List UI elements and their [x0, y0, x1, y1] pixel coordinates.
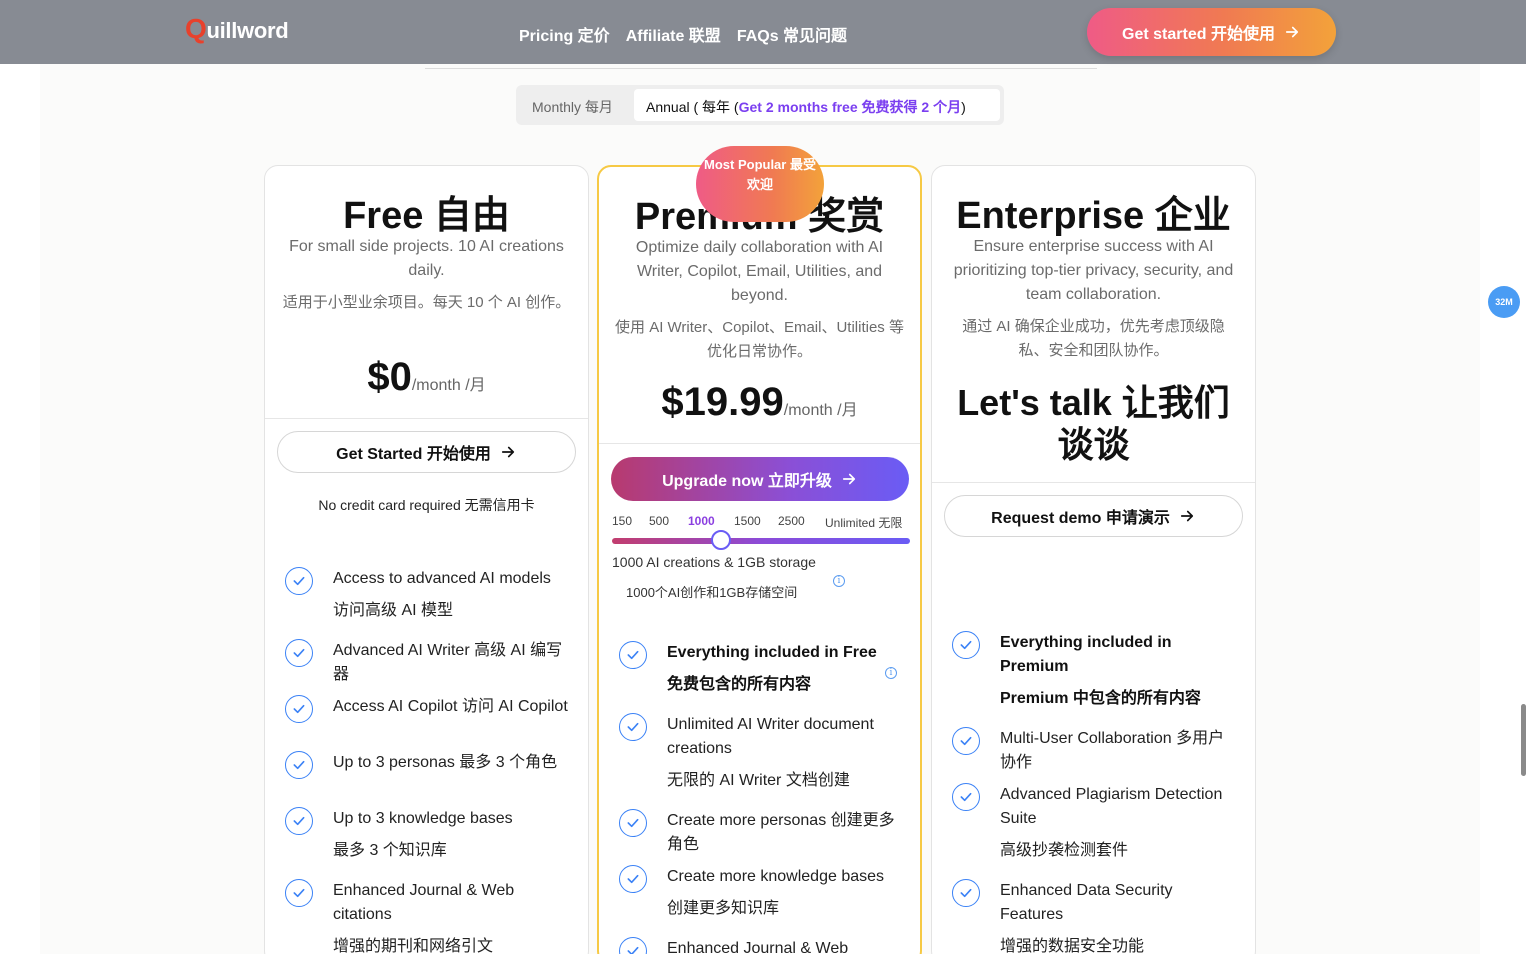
- get-started-label: Get started 开始使用: [1122, 26, 1275, 43]
- check-circle-icon: [952, 727, 980, 755]
- divider: [425, 68, 1097, 69]
- main-nav: Pricing 定价 Affiliate 联盟 FAQs 常见问题: [519, 22, 847, 46]
- slider-tick[interactable]: Unlimited 无限: [825, 514, 902, 531]
- feature-text: Access to advanced AI models 访问高级 AI 模型: [333, 570, 551, 619]
- slider-caption: 1000 AI creations & 1GB storage: [612, 554, 816, 570]
- feature-text: Advanced AI Writer 高级 AI 编写器: [333, 642, 563, 683]
- feature-text: Access AI Copilot 访问 AI Copilot: [333, 698, 568, 715]
- arrow-right-icon: [842, 473, 855, 485]
- price-period: /month /月: [783, 402, 858, 419]
- plan-price: $19.99: [661, 380, 784, 424]
- toggle-annual[interactable]: Annual ( 每年 (Get 2 months free 免费获得 2 个月…: [634, 89, 1000, 121]
- button-label: Get Started 开始使用: [336, 446, 491, 463]
- lets-talk-heading: Let's talk 让我们谈谈: [957, 382, 1230, 465]
- feature-text: Create more knowledge bases 创建更多知识库: [667, 868, 885, 917]
- annual-promo: Get 2 months free 免费获得 2 个月: [738, 99, 962, 115]
- slider-tick[interactable]: 500: [649, 514, 669, 528]
- nav-affiliate[interactable]: Affiliate 联盟: [626, 22, 721, 46]
- billing-toggle: Monthly 每月 Annual ( 每年 (Get 2 months fre…: [516, 85, 1004, 125]
- no-credit-card-note: No credit card required 无需信用卡: [318, 497, 535, 513]
- check-circle-icon: [952, 783, 980, 811]
- most-popular-badge: Most Popular 最受欢迎: [696, 146, 824, 222]
- request-demo-button[interactable]: Request demo 申请演示: [944, 495, 1243, 537]
- usage-slider-track[interactable]: [612, 538, 910, 544]
- price-row: $0/month /月: [265, 355, 588, 400]
- feature-text: Up to 3 personas 最多 3 个角色: [333, 754, 558, 771]
- divider: [265, 418, 588, 419]
- check-circle-icon: [952, 879, 980, 907]
- plan-price: $0: [367, 355, 412, 399]
- slider-tick[interactable]: 150: [612, 514, 632, 528]
- slider-tick[interactable]: 1500: [734, 514, 761, 528]
- plan-description: For small side projects. 10 AI creations…: [289, 238, 564, 279]
- check-circle-icon: [285, 807, 313, 835]
- arrow-right-icon: [1180, 510, 1193, 522]
- feature-text: Everything included in Premium Premium 中包…: [1000, 634, 1201, 707]
- arrow-right-icon: [501, 446, 514, 458]
- plan-description: Ensure enterprise success with AI priori…: [953, 238, 1234, 303]
- nav-pricing[interactable]: Pricing 定价: [519, 22, 610, 46]
- feature-text: Advanced Plagiarism Detection Suite 高级抄袭检…: [1000, 786, 1223, 859]
- check-circle-icon: [619, 937, 647, 954]
- info-icon[interactable]: i: [885, 667, 897, 679]
- annual-label: Annual ( 每年 (: [646, 99, 739, 115]
- feature-text: Unlimited AI Writer document creations 无限…: [667, 716, 874, 789]
- annual-suffix: ): [961, 99, 966, 115]
- plan-description-cn: 通过 AI 确保企业成功，优先考虑顶级隐私、安全和团队协作。: [962, 318, 1225, 359]
- plan-description-cn: 使用 AI Writer、Copilot、Email、Utilities 等优化…: [615, 319, 904, 360]
- slider-tick[interactable]: 2500: [778, 514, 805, 528]
- feature-text: Multi-User Collaboration 多用户协作: [1000, 730, 1225, 771]
- plan-card-premium: Premium 奖赏 Optimize daily collaboration …: [597, 165, 922, 954]
- button-label: Request demo 申请演示: [991, 510, 1170, 527]
- check-circle-icon: [285, 879, 313, 907]
- divider: [599, 443, 920, 444]
- check-circle-icon: [285, 639, 313, 667]
- nav-faqs[interactable]: FAQs 常见问题: [737, 22, 847, 46]
- feature-text: Everything included in Free 免费包含的所有内容: [667, 644, 877, 693]
- logo-text: uillword: [206, 18, 289, 43]
- get-started-free-button[interactable]: Get Started 开始使用: [277, 431, 576, 473]
- logo-q: Q: [185, 13, 207, 44]
- check-circle-icon: [619, 641, 647, 669]
- slider-tick-selected[interactable]: 1000: [688, 514, 715, 528]
- info-icon[interactable]: i: [833, 575, 845, 587]
- scrollbar-thumb[interactable]: [1521, 704, 1526, 776]
- plan-card-enterprise: Enterprise 企业 Ensure enterprise success …: [931, 165, 1256, 954]
- upgrade-now-button[interactable]: Upgrade now 立即升级: [611, 457, 909, 501]
- extension-badge[interactable]: 32M: [1488, 286, 1520, 318]
- price-period: /month /月: [411, 377, 486, 394]
- arrow-right-icon: [1285, 26, 1299, 38]
- price-row: $19.99/month /月: [599, 380, 920, 425]
- plan-description: Optimize daily collaboration with AI Wri…: [635, 239, 884, 304]
- get-started-button[interactable]: Get started 开始使用: [1087, 8, 1336, 56]
- slider-caption-cn: 1000个AI创作和1GB存储空间: [626, 585, 798, 600]
- check-circle-icon: [619, 865, 647, 893]
- feature-text: Enhanced Data Security Features 增强的数据安全功能: [1000, 882, 1173, 954]
- header: Q uillword Pricing 定价 Affiliate 联盟 FAQs …: [0, 0, 1526, 64]
- plan-title: Free 自由: [343, 195, 510, 237]
- toggle-monthly[interactable]: Monthly 每月: [532, 97, 613, 117]
- feature-text: Enhanced Journal & Web citations 增强的期刊和网络…: [333, 882, 515, 954]
- feature-text: Up to 3 knowledge bases 最多 3 个知识库: [333, 810, 513, 859]
- plan-title: Enterprise 企业: [956, 195, 1231, 237]
- button-label: Upgrade now 立即升级: [662, 473, 832, 490]
- plan-card-free: Free 自由 For small side projects. 10 AI c…: [264, 165, 589, 954]
- feature-text: Enhanced Journal & Web: [667, 940, 849, 954]
- check-circle-icon: [285, 567, 313, 595]
- check-circle-icon: [619, 809, 647, 837]
- feature-text: Create more personas 创建更多角色: [667, 812, 895, 853]
- plan-description-cn: 适用于小型业余项目。每天 10 个 AI 创作。: [282, 294, 571, 311]
- check-circle-icon: [285, 695, 313, 723]
- usage-slider-thumb[interactable]: [711, 530, 731, 550]
- check-circle-icon: [285, 751, 313, 779]
- check-circle-icon: [619, 713, 647, 741]
- logo[interactable]: Q uillword: [185, 13, 289, 44]
- divider: [932, 482, 1255, 483]
- check-circle-icon: [952, 631, 980, 659]
